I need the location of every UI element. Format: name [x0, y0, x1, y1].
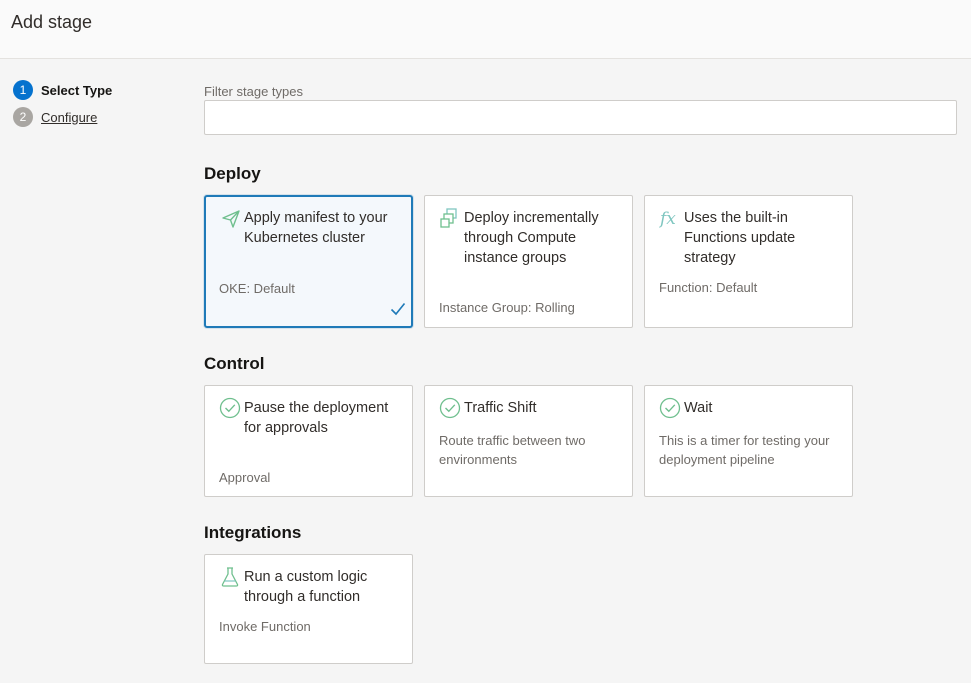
card-title: Run a custom logic through a function — [244, 569, 368, 605]
card-traffic-shift[interactable]: Traffic Shift Route traffic between two … — [424, 385, 633, 497]
card-title: Deploy incrementally through Compute ins… — [464, 210, 599, 266]
card-apply-manifest[interactable]: Apply manifest to your Kubernetes cluste… — [204, 195, 413, 328]
step-configure[interactable]: 2 Configure — [13, 107, 97, 127]
function-fx-icon: fx — [659, 207, 681, 229]
instance-group-icon — [439, 207, 461, 229]
step-number: 2 — [13, 107, 33, 127]
check-circle-icon — [219, 397, 241, 419]
section-title-integrations: Integrations — [204, 523, 302, 542]
check-circle-icon — [659, 397, 681, 419]
card-deploy-incrementally[interactable]: Deploy incrementally through Compute ins… — [424, 195, 633, 328]
check-circle-icon — [439, 397, 461, 419]
card-functions-update[interactable]: fx Uses the built-in Functions update st… — [644, 195, 853, 328]
card-subtitle: Function: Default — [659, 280, 758, 295]
card-title: Pause the deployment for approvals — [244, 400, 389, 436]
step-label: Configure — [41, 109, 98, 125]
card-title: Uses the built-in Functions update strat… — [684, 210, 796, 266]
card-title: Wait — [684, 400, 713, 416]
step-select-type[interactable]: 1 Select Type — [13, 80, 112, 100]
svg-text:fx: fx — [659, 209, 676, 229]
filter-stage-types-input[interactable] — [204, 100, 957, 135]
page-title: Add stage — [11, 12, 93, 32]
card-approval[interactable]: Pause the deployment for approvals Appro… — [204, 385, 413, 497]
section-title-deploy: Deploy — [204, 164, 261, 183]
page-header: Add stage — [0, 0, 971, 59]
card-subtitle: Instance Group: Rolling — [439, 300, 575, 315]
card-title: Traffic Shift — [464, 400, 537, 416]
selected-check-icon — [390, 302, 406, 316]
card-title: Apply manifest to your Kubernetes cluste… — [244, 210, 388, 246]
step-label: Select Type — [41, 82, 113, 98]
card-subtitle: This is a timer for testing your deploym… — [659, 433, 830, 467]
filter-label: Filter stage types — [204, 84, 303, 99]
card-subtitle: Invoke Function — [219, 619, 311, 634]
card-subtitle: Approval — [219, 470, 271, 485]
section-title-control: Control — [204, 354, 265, 373]
card-subtitle: OKE: Default — [219, 281, 295, 296]
flask-icon — [219, 566, 241, 588]
card-invoke-function[interactable]: Run a custom logic through a function In… — [204, 554, 413, 664]
step-number: 1 — [13, 80, 33, 100]
card-wait[interactable]: Wait This is a timer for testing your de… — [644, 385, 853, 497]
paper-plane-icon — [220, 208, 242, 230]
card-subtitle: Route traffic between two environments — [439, 433, 586, 467]
